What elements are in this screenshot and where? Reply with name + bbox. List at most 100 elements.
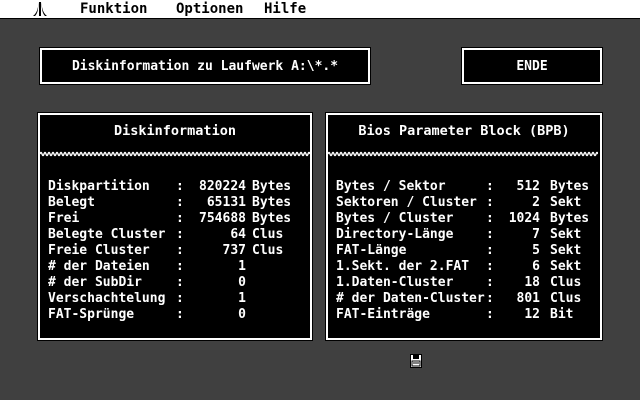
row-separator: :: [486, 243, 494, 258]
row-value: 512: [516, 179, 540, 194]
drive-title-text: Diskinformation zu Laufwerk A:\*.*: [71, 58, 339, 74]
drive-title-box: Diskinformation zu Laufwerk A:\*.*: [39, 47, 371, 85]
disk-info-rows: Diskpartition:820224 Bytes Belegt:65131 By…: [40, 179, 310, 323]
info-row: Belegte Cluster: 64 Clus: [40, 227, 310, 243]
info-row: Verschachtelung: 1: [40, 291, 310, 307]
row-value: 1024: [508, 211, 540, 226]
info-row: Diskpartition:820224 Bytes: [40, 179, 310, 195]
row-unit: Sekt: [550, 195, 582, 210]
row-unit: Bytes: [550, 179, 590, 194]
row-label: Bytes / Sektor: [336, 179, 446, 194]
info-row: Freie Cluster: 737 Clus: [40, 243, 310, 259]
row-label: # der Daten-Cluster: [336, 291, 485, 306]
bpb-row: Bytes / Sektor: 512 Bytes: [328, 179, 600, 195]
row-separator: :: [176, 195, 184, 210]
row-value: 801: [516, 291, 540, 306]
row-value: 0: [238, 275, 246, 290]
row-unit: Bytes: [252, 211, 292, 226]
bpb-row: 1.Sekt. der 2.FAT: 6 Sekt: [328, 259, 600, 275]
row-value: 820224: [199, 179, 246, 194]
bpb-title: Bios Parameter Block (BPB): [358, 123, 570, 139]
row-separator: :: [176, 179, 184, 194]
row-label: Sektoren / Cluster: [336, 195, 477, 210]
disk-info-panel: Diskinformation Diskpartition:820224 Byte…: [37, 112, 313, 341]
row-label: FAT-Sprünge: [48, 307, 135, 322]
row-separator: :: [486, 259, 494, 274]
row-value: 5: [532, 243, 540, 258]
row-value: 64: [230, 227, 246, 242]
row-separator: :: [486, 179, 494, 194]
row-label: Belegte Cluster: [48, 227, 166, 242]
row-unit: Sekt: [550, 259, 582, 274]
row-separator: :: [176, 243, 184, 258]
row-separator: :: [486, 211, 494, 226]
row-label: Diskpartition: [48, 179, 150, 194]
row-value: 2: [532, 195, 540, 210]
row-separator: :: [486, 195, 494, 210]
row-value: 0: [238, 307, 246, 322]
row-unit: Clus: [550, 275, 582, 290]
menu-optionen[interactable]: Optionen: [176, 1, 243, 17]
bpb-rows: Bytes / Sektor:512 Bytes Sektoren / Clust…: [328, 179, 600, 323]
bpb-row: FAT-Länge: 5 Sekt: [328, 243, 600, 259]
bpb-row: Bytes / Cluster:1024 Bytes: [328, 211, 600, 227]
row-separator: :: [176, 211, 184, 226]
row-separator: :: [486, 275, 494, 290]
info-row: # der Dateien: 1: [40, 259, 310, 275]
row-separator: :: [176, 227, 184, 242]
row-label: Belegt: [48, 195, 95, 210]
row-label: Frei: [48, 211, 80, 226]
row-value: 1: [238, 259, 246, 274]
atari-logo-icon[interactable]: [30, 0, 50, 18]
bpb-row: FAT-Einträge: 12 Bit: [328, 307, 600, 323]
bpb-row: # der Daten-Cluster: 801 Clus: [328, 291, 600, 307]
info-row: # der SubDir: 0: [40, 275, 310, 291]
bpb-row: Directory-Länge: 7 Sekt: [328, 227, 600, 243]
row-unit: Sekt: [550, 227, 582, 242]
menu-bar: Funktion Optionen Hilfe: [0, 0, 640, 19]
disk-info-title: Diskinformation: [114, 123, 236, 139]
row-label: # der SubDir: [48, 275, 142, 290]
ende-button[interactable]: ENDE: [461, 47, 603, 85]
ende-button-label: ENDE: [516, 58, 548, 74]
menu-hilfe[interactable]: Hilfe: [264, 1, 306, 17]
menu-funktion[interactable]: Funktion: [80, 1, 147, 17]
row-label: FAT-Länge: [336, 243, 407, 258]
row-value: 65131: [206, 195, 246, 210]
row-value: 12: [524, 307, 540, 322]
row-label: 1.Daten-Cluster: [336, 275, 454, 290]
row-unit: Bytes: [550, 211, 590, 226]
row-separator: :: [486, 227, 494, 242]
row-separator: :: [176, 275, 184, 290]
row-separator: :: [176, 307, 184, 322]
row-unit: Bit: [550, 307, 574, 322]
row-label: 1.Sekt. der 2.FAT: [336, 259, 470, 274]
info-row: FAT-Sprünge: 0: [40, 307, 310, 323]
info-row: Belegt: 65131 Bytes: [40, 195, 310, 211]
row-value: 18: [524, 275, 540, 290]
row-separator: :: [176, 259, 184, 274]
row-unit: Clus: [550, 291, 582, 306]
row-unit: Sekt: [550, 243, 582, 258]
row-label: Verschachtelung: [48, 291, 166, 306]
row-value: 6: [532, 259, 540, 274]
row-value: 1: [238, 291, 246, 306]
row-value: 7: [532, 227, 540, 242]
bpb-panel: Bios Parameter Block (BPB) Bytes / Sekto…: [325, 112, 603, 341]
row-unit: Bytes: [252, 195, 292, 210]
row-label: FAT-Einträge: [336, 307, 430, 322]
row-value: 754688: [199, 211, 246, 226]
disk-busy-icon: [410, 354, 422, 368]
panel-divider: [328, 151, 598, 157]
row-label: Freie Cluster: [48, 243, 150, 258]
row-label: # der Dateien: [48, 259, 150, 274]
panel-divider: [40, 151, 310, 157]
row-label: Bytes / Cluster: [336, 211, 454, 226]
row-label: Directory-Länge: [336, 227, 454, 242]
bpb-row: Sektoren / Cluster: 2 Sekt: [328, 195, 600, 211]
info-row: Frei:754688 Bytes: [40, 211, 310, 227]
bpb-row: 1.Daten-Cluster: 18 Clus: [328, 275, 600, 291]
row-unit: Bytes: [252, 179, 292, 194]
row-unit: Clus: [252, 243, 284, 258]
row-separator: :: [176, 291, 184, 306]
